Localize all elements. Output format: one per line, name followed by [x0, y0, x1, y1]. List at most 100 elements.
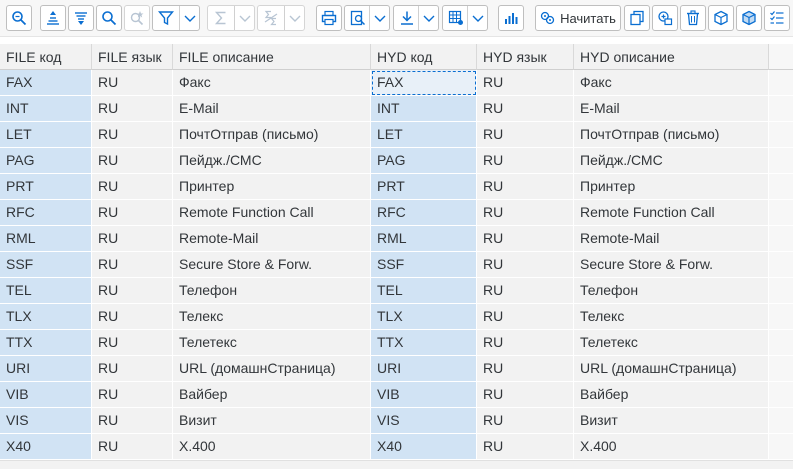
table-row[interactable]: VIB RU Вайбер VIB RU Вайбер	[0, 382, 793, 408]
file-language-cell[interactable]: RU	[92, 382, 173, 408]
hyd-code-cell[interactable]: TLX	[371, 304, 477, 330]
file-language-cell[interactable]: RU	[92, 278, 173, 304]
hyd-description-cell[interactable]: E-Mail	[574, 96, 769, 122]
chevron-down-icon[interactable]	[284, 6, 305, 30]
sort-descending-button[interactable]	[68, 5, 94, 31]
table-row[interactable]: INT RU E-Mail INT RU E-Mail	[0, 96, 793, 122]
table-row[interactable]: VIS RU Визит VIS RU Визит	[0, 408, 793, 434]
file-code-cell[interactable]: FAX	[0, 70, 92, 96]
hyd-code-cell[interactable]: FAX	[371, 70, 477, 96]
file-description-cell[interactable]: Визит	[173, 408, 371, 434]
file-description-cell[interactable]: Телекс	[173, 304, 371, 330]
transport-button[interactable]	[708, 5, 734, 31]
hyd-description-cell[interactable]: Телетекс	[574, 330, 769, 356]
hyd-language-cell[interactable]: RU	[477, 356, 574, 382]
file-language-cell[interactable]: RU	[92, 252, 173, 278]
file-code-cell[interactable]: LET	[0, 122, 92, 148]
file-language-cell[interactable]: RU	[92, 70, 173, 96]
hyd-code-cell[interactable]: TEL	[371, 278, 477, 304]
sort-ascending-button[interactable]	[40, 5, 66, 31]
column-header-file-description[interactable]: FILE описание	[173, 44, 371, 70]
chevron-down-icon[interactable]	[179, 6, 200, 30]
file-code-cell[interactable]: TTX	[0, 330, 92, 356]
hyd-description-cell[interactable]: Remote-Mail	[574, 226, 769, 252]
hyd-code-cell[interactable]: VIS	[371, 408, 477, 434]
chart-button[interactable]	[498, 5, 524, 31]
file-code-cell[interactable]: URI	[0, 356, 92, 382]
table-row[interactable]: TTX RU Телетекс TTX RU Телетекс	[0, 330, 793, 356]
table-row[interactable]: PRT RU Принтер PRT RU Принтер	[0, 174, 793, 200]
file-description-cell[interactable]: X.400	[173, 434, 371, 460]
chevron-down-icon[interactable]	[467, 6, 488, 30]
hyd-language-cell[interactable]: RU	[477, 382, 574, 408]
hyd-language-cell[interactable]: RU	[477, 434, 574, 460]
file-code-cell[interactable]: TEL	[0, 278, 92, 304]
find-button[interactable]	[96, 5, 122, 31]
file-code-cell[interactable]: PRT	[0, 174, 92, 200]
sum-button[interactable]	[207, 5, 255, 31]
hyd-code-cell[interactable]: VIB	[371, 382, 477, 408]
file-code-cell[interactable]: RML	[0, 226, 92, 252]
layout-button[interactable]	[442, 5, 488, 31]
chevron-down-icon[interactable]	[418, 6, 439, 30]
find-next-button[interactable]	[124, 5, 150, 31]
table-row[interactable]: TEL RU Телефон TEL RU Телефон	[0, 278, 793, 304]
hyd-code-cell[interactable]: URI	[371, 356, 477, 382]
hyd-description-cell[interactable]: Secure Store & Forw.	[574, 252, 769, 278]
chevron-down-icon[interactable]	[234, 6, 255, 30]
file-language-cell[interactable]: RU	[92, 200, 173, 226]
table-row[interactable]: LET RU ПочтОтправ (письмо) LET RU ПочтОтправ …	[0, 122, 793, 148]
chevron-down-icon[interactable]	[369, 6, 390, 30]
hyd-description-cell[interactable]: X.400	[574, 434, 769, 460]
file-language-cell[interactable]: RU	[92, 96, 173, 122]
hyd-description-cell[interactable]: Вайбер	[574, 382, 769, 408]
file-description-cell[interactable]: Принтер	[173, 174, 371, 200]
hyd-language-cell[interactable]: RU	[477, 200, 574, 226]
table-row[interactable]: RFC RU Remote Function Call RFC RU Remote Fun…	[0, 200, 793, 226]
file-description-cell[interactable]: E-Mail	[173, 96, 371, 122]
file-language-cell[interactable]: RU	[92, 330, 173, 356]
hyd-language-cell[interactable]: RU	[477, 278, 574, 304]
hyd-description-cell[interactable]: Визит	[574, 408, 769, 434]
table-row[interactable]: PAG RU Пейдж./СМС PAG RU Пейдж./СМС	[0, 148, 793, 174]
hyd-language-cell[interactable]: RU	[477, 252, 574, 278]
print-button[interactable]	[316, 5, 342, 31]
hyd-code-cell[interactable]: X40	[371, 434, 477, 460]
file-language-cell[interactable]: RU	[92, 148, 173, 174]
file-description-cell[interactable]: Secure Store & Forw.	[173, 252, 371, 278]
hyd-language-cell[interactable]: RU	[477, 408, 574, 434]
filter-button[interactable]	[152, 5, 200, 31]
start-button[interactable]: Начитать	[535, 5, 621, 31]
hyd-description-cell[interactable]: Пейдж./СМС	[574, 148, 769, 174]
column-header-hyd-description[interactable]: HYD описание	[574, 44, 769, 70]
hyd-description-cell[interactable]: Телефон	[574, 278, 769, 304]
hyd-code-cell[interactable]: LET	[371, 122, 477, 148]
hyd-description-cell[interactable]: Факс	[574, 70, 769, 96]
file-code-cell[interactable]: VIB	[0, 382, 92, 408]
select-list-button[interactable]	[764, 5, 790, 31]
hyd-language-cell[interactable]: RU	[477, 304, 574, 330]
hyd-language-cell[interactable]: RU	[477, 174, 574, 200]
file-description-cell[interactable]: Пейдж./СМС	[173, 148, 371, 174]
hyd-code-cell[interactable]: SSF	[371, 252, 477, 278]
table-row[interactable]: URI RU URL (домашнСтраница) URI RU URL (домаш…	[0, 356, 793, 382]
hyd-language-cell[interactable]: RU	[477, 96, 574, 122]
table-row[interactable]: FAX RU Факс FAX RU Факс	[0, 70, 793, 96]
table-row[interactable]: X40 RU X.400 X40 RU X.400	[0, 434, 793, 460]
transport-all-button[interactable]	[736, 5, 762, 31]
hyd-language-cell[interactable]: RU	[477, 70, 574, 96]
file-code-cell[interactable]: X40	[0, 434, 92, 460]
file-description-cell[interactable]: Телетекс	[173, 330, 371, 356]
file-description-cell[interactable]: Remote-Mail	[173, 226, 371, 252]
hyd-language-cell[interactable]: RU	[477, 330, 574, 356]
column-header-hyd-code[interactable]: HYD код	[371, 44, 477, 70]
column-header-hyd-language[interactable]: HYD язык	[477, 44, 574, 70]
file-description-cell[interactable]: URL (домашнСтраница)	[173, 356, 371, 382]
file-description-cell[interactable]: ПочтОтправ (письмо)	[173, 122, 371, 148]
delete-button[interactable]	[680, 5, 706, 31]
file-language-cell[interactable]: RU	[92, 434, 173, 460]
export-button[interactable]	[393, 5, 439, 31]
file-code-cell[interactable]: PAG	[0, 148, 92, 174]
hyd-description-cell[interactable]: Remote Function Call	[574, 200, 769, 226]
hyd-language-cell[interactable]: RU	[477, 148, 574, 174]
